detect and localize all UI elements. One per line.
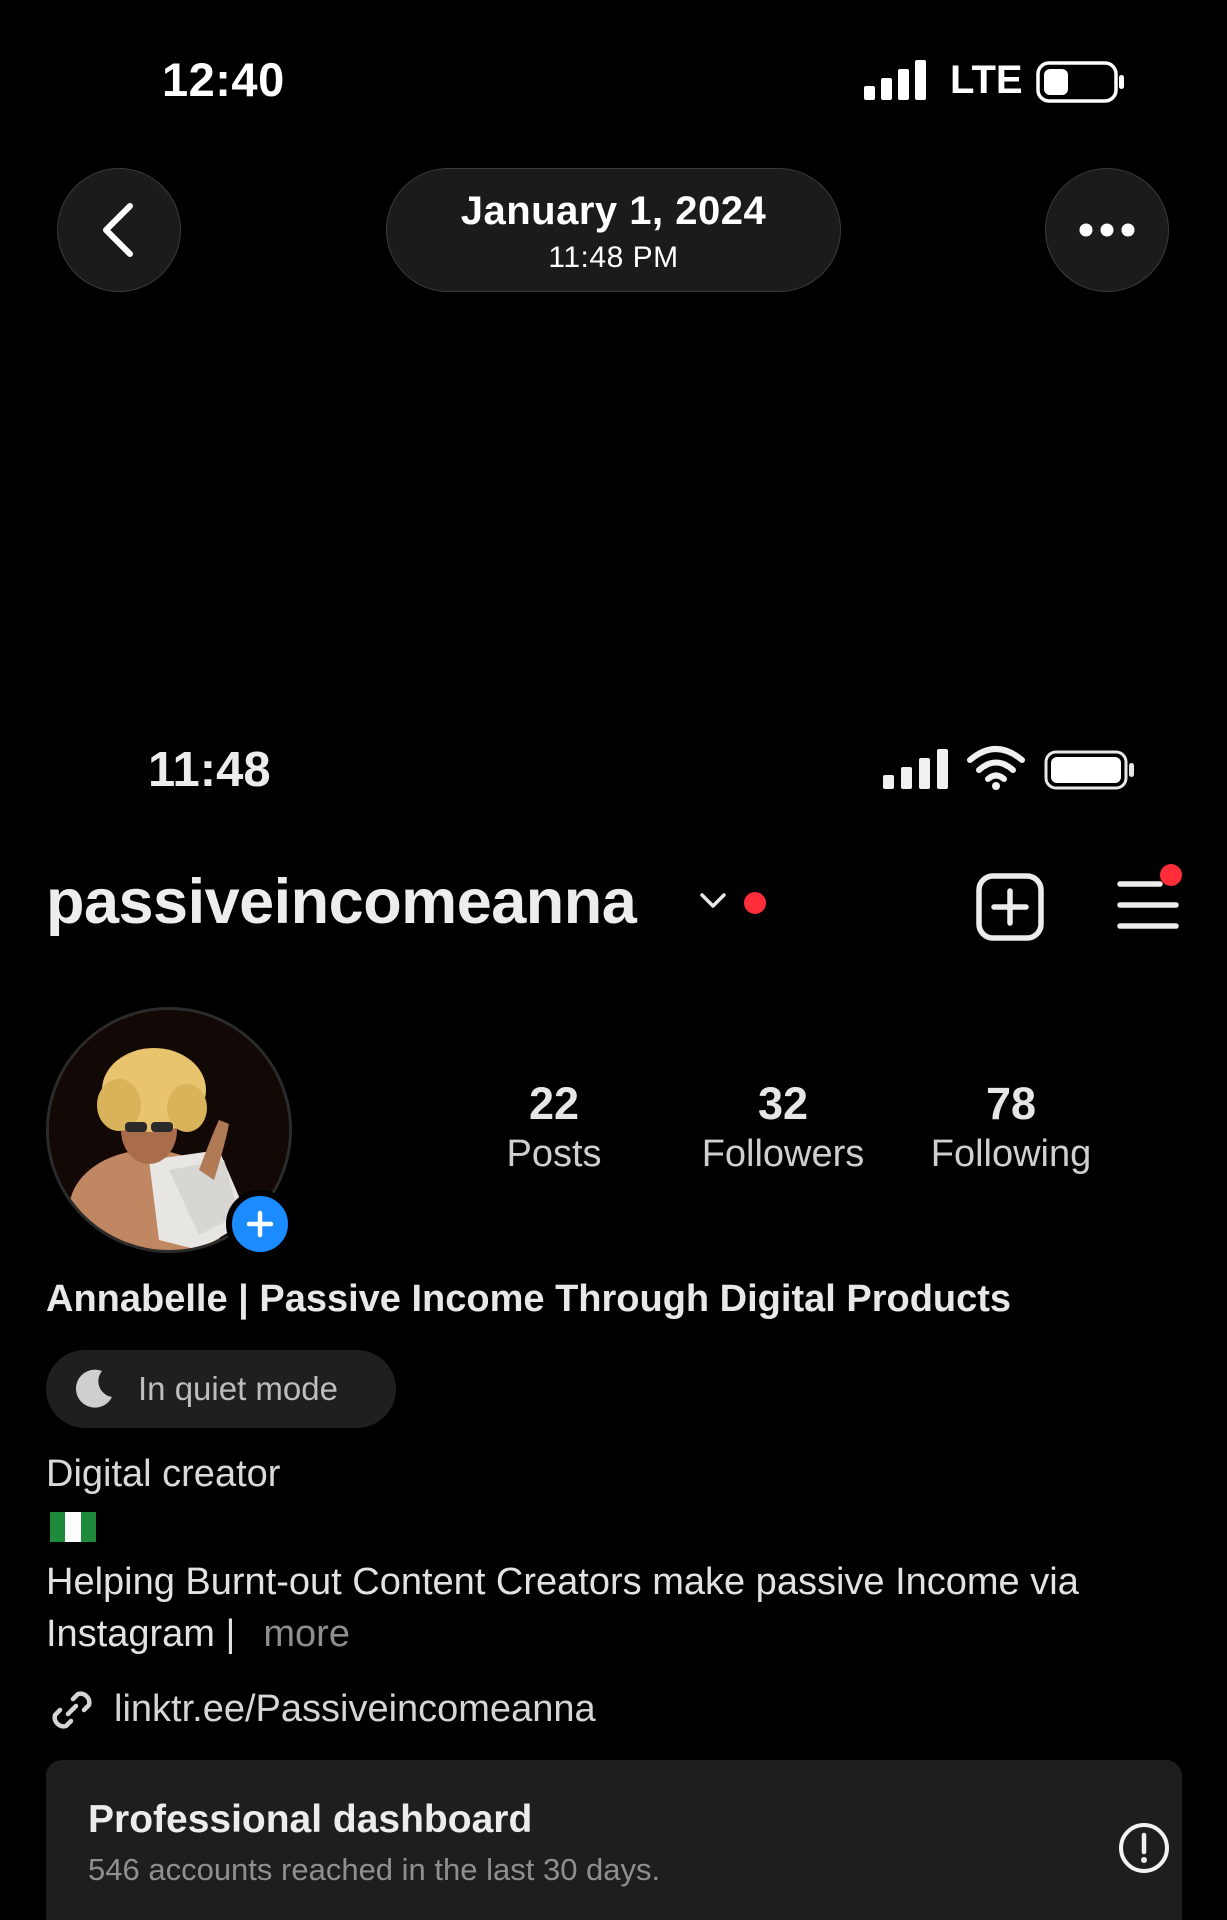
stat-followers-label: Followers — [701, 1133, 865, 1175]
profile-link[interactable]: linktr.ee/Passiveincomeanna — [114, 1688, 596, 1731]
stat-followers[interactable]: 32 Followers — [673, 1078, 893, 1178]
link-icon — [52, 1691, 92, 1729]
stat-following-label: Following — [930, 1133, 1092, 1175]
profile-bio-text: Helping Burnt-out Content Creators make … — [46, 1561, 1079, 1655]
network-type-label: LTE — [950, 58, 1023, 102]
notification-dot — [744, 892, 766, 914]
stat-posts-count: 22 — [528, 1078, 580, 1129]
stat-following[interactable]: 78 Following — [901, 1078, 1121, 1178]
bio-more-link[interactable]: more — [263, 1613, 350, 1655]
photo-date-pill[interactable]: January 1, 2024 11:48 PM — [386, 168, 841, 292]
cellular-signal-icon — [864, 60, 926, 100]
status-time: 12:40 — [162, 53, 285, 106]
add-story-button[interactable] — [226, 1190, 294, 1258]
screenshot-status-time: 11:48 — [148, 743, 271, 797]
screenshot-battery-icon — [1044, 750, 1134, 790]
ellipsis-icon — [1079, 223, 1135, 237]
stat-posts-label: Posts — [506, 1133, 602, 1175]
stat-following-count: 78 — [985, 1078, 1037, 1129]
profile-username[interactable]: passiveincomeanna — [46, 866, 637, 938]
stat-followers-count: 32 — [757, 1078, 809, 1129]
back-button[interactable] — [57, 168, 181, 292]
nigeria-flag-icon — [50, 1512, 96, 1542]
create-post-button[interactable] — [975, 872, 1045, 942]
profile-bio: Helping Burnt-out Content Creators make … — [46, 1556, 1196, 1660]
profile-category: Digital creator — [46, 1453, 281, 1495]
professional-dashboard-card[interactable]: Professional dashboard 546 accounts reac… — [46, 1760, 1182, 1920]
photo-time: 11:48 PM — [548, 241, 679, 274]
plus-icon — [246, 1210, 274, 1238]
chevron-left-icon — [103, 203, 133, 257]
screenshot-cellular-signal-icon — [883, 749, 948, 789]
menu-notification-dot — [1160, 864, 1182, 886]
stat-posts[interactable]: 22 Posts — [444, 1078, 664, 1178]
photo-date: January 1, 2024 — [460, 189, 767, 233]
battery-icon — [1036, 61, 1124, 103]
profile-display-name: Annabelle | Passive Income Through Digit… — [46, 1278, 1012, 1320]
more-options-button[interactable] — [1045, 168, 1169, 292]
quiet-mode-label: In quiet mode — [138, 1370, 338, 1407]
alert-info-icon[interactable] — [1118, 1822, 1170, 1874]
quiet-mode-badge[interactable]: In quiet mode — [46, 1350, 396, 1428]
account-switch-chevron-icon[interactable] — [698, 890, 728, 912]
wifi-icon — [967, 746, 1025, 790]
dashboard-title: Professional dashboard — [88, 1798, 533, 1841]
dashboard-subtitle: 546 accounts reached in the last 30 days… — [88, 1852, 661, 1887]
moon-icon — [75, 1369, 112, 1408]
